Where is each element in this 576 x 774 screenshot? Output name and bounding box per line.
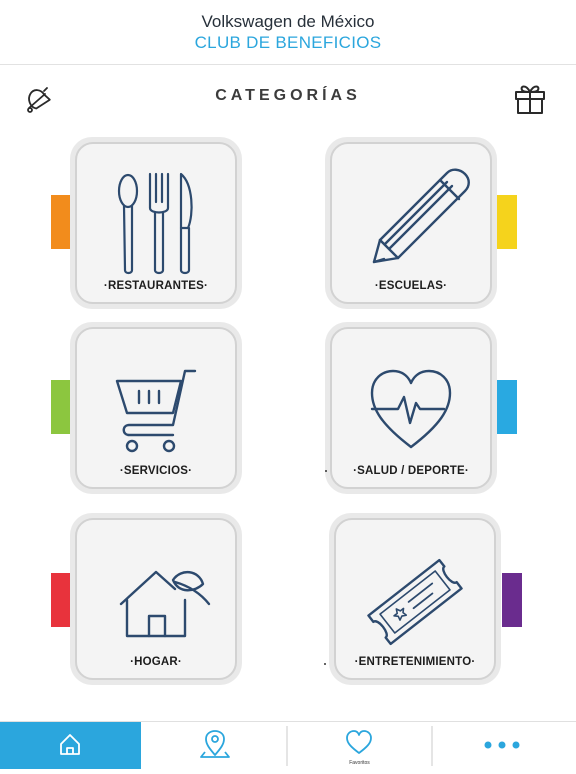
- gift-icon[interactable]: [512, 80, 548, 116]
- nav-favoritos-button[interactable]: Favoritos: [288, 722, 431, 769]
- bottom-navigation: Favoritos: [0, 721, 576, 769]
- more-dots-icon: [484, 741, 520, 749]
- ticket-icon: [367, 558, 463, 646]
- salud-accent-tab: [497, 380, 517, 434]
- page-title: CATEGORÍAS: [215, 87, 361, 104]
- category-label: ·RESTAURANTES·: [103, 280, 209, 292]
- location-pin-icon: [200, 730, 230, 758]
- servicios-accent-tab: [51, 380, 71, 434]
- stray-dot: [324, 663, 326, 665]
- nav-more-button[interactable]: [433, 722, 576, 769]
- nav-location-button[interactable]: [143, 722, 286, 769]
- restaurantes-accent-tab: [51, 195, 71, 249]
- heart-pulse-icon: [370, 369, 452, 449]
- cart-icon: [115, 369, 197, 453]
- stray-dot: [325, 470, 327, 472]
- nav-home-button[interactable]: [0, 722, 141, 769]
- brand-title: Volkswagen de México: [201, 12, 375, 31]
- category-card-hogar[interactable]: ·HOGAR·: [70, 513, 242, 685]
- category-card-restaurantes[interactable]: ·RESTAURANTES·: [70, 137, 242, 309]
- category-label: ·SERVICIOS·: [119, 465, 193, 477]
- category-label: ·SALUD / DEPORTE·: [353, 465, 469, 477]
- category-card-salud-deporte[interactable]: ·SALUD / DEPORTE·: [325, 322, 497, 494]
- house-leaf-icon: [119, 570, 211, 638]
- cutlery-icon: [117, 172, 193, 275]
- app-header: Volkswagen de México CLUB DE BENEFICIOS: [0, 0, 576, 65]
- nav-favoritos-label: Favoritos: [349, 760, 370, 766]
- category-card-escuelas[interactable]: ·ESCUELAS·: [325, 137, 497, 309]
- category-label: ·ENTRETENIMIENTO·: [354, 656, 476, 668]
- home-icon: [60, 734, 80, 755]
- hogar-accent-tab: [51, 573, 71, 627]
- entretenimiento-accent-tab: [502, 573, 522, 627]
- category-card-servicios[interactable]: ·SERVICIOS·: [70, 322, 242, 494]
- club-subtitle: CLUB DE BENEFICIOS: [194, 33, 382, 52]
- category-label: ·HOGAR·: [130, 656, 182, 668]
- category-card-entretenimiento[interactable]: ·ENTRETENIMIENTO·: [329, 513, 501, 685]
- escuelas-accent-tab: [497, 195, 517, 249]
- category-label: ·ESCUELAS·: [374, 280, 448, 292]
- pencil-icon: [372, 168, 470, 264]
